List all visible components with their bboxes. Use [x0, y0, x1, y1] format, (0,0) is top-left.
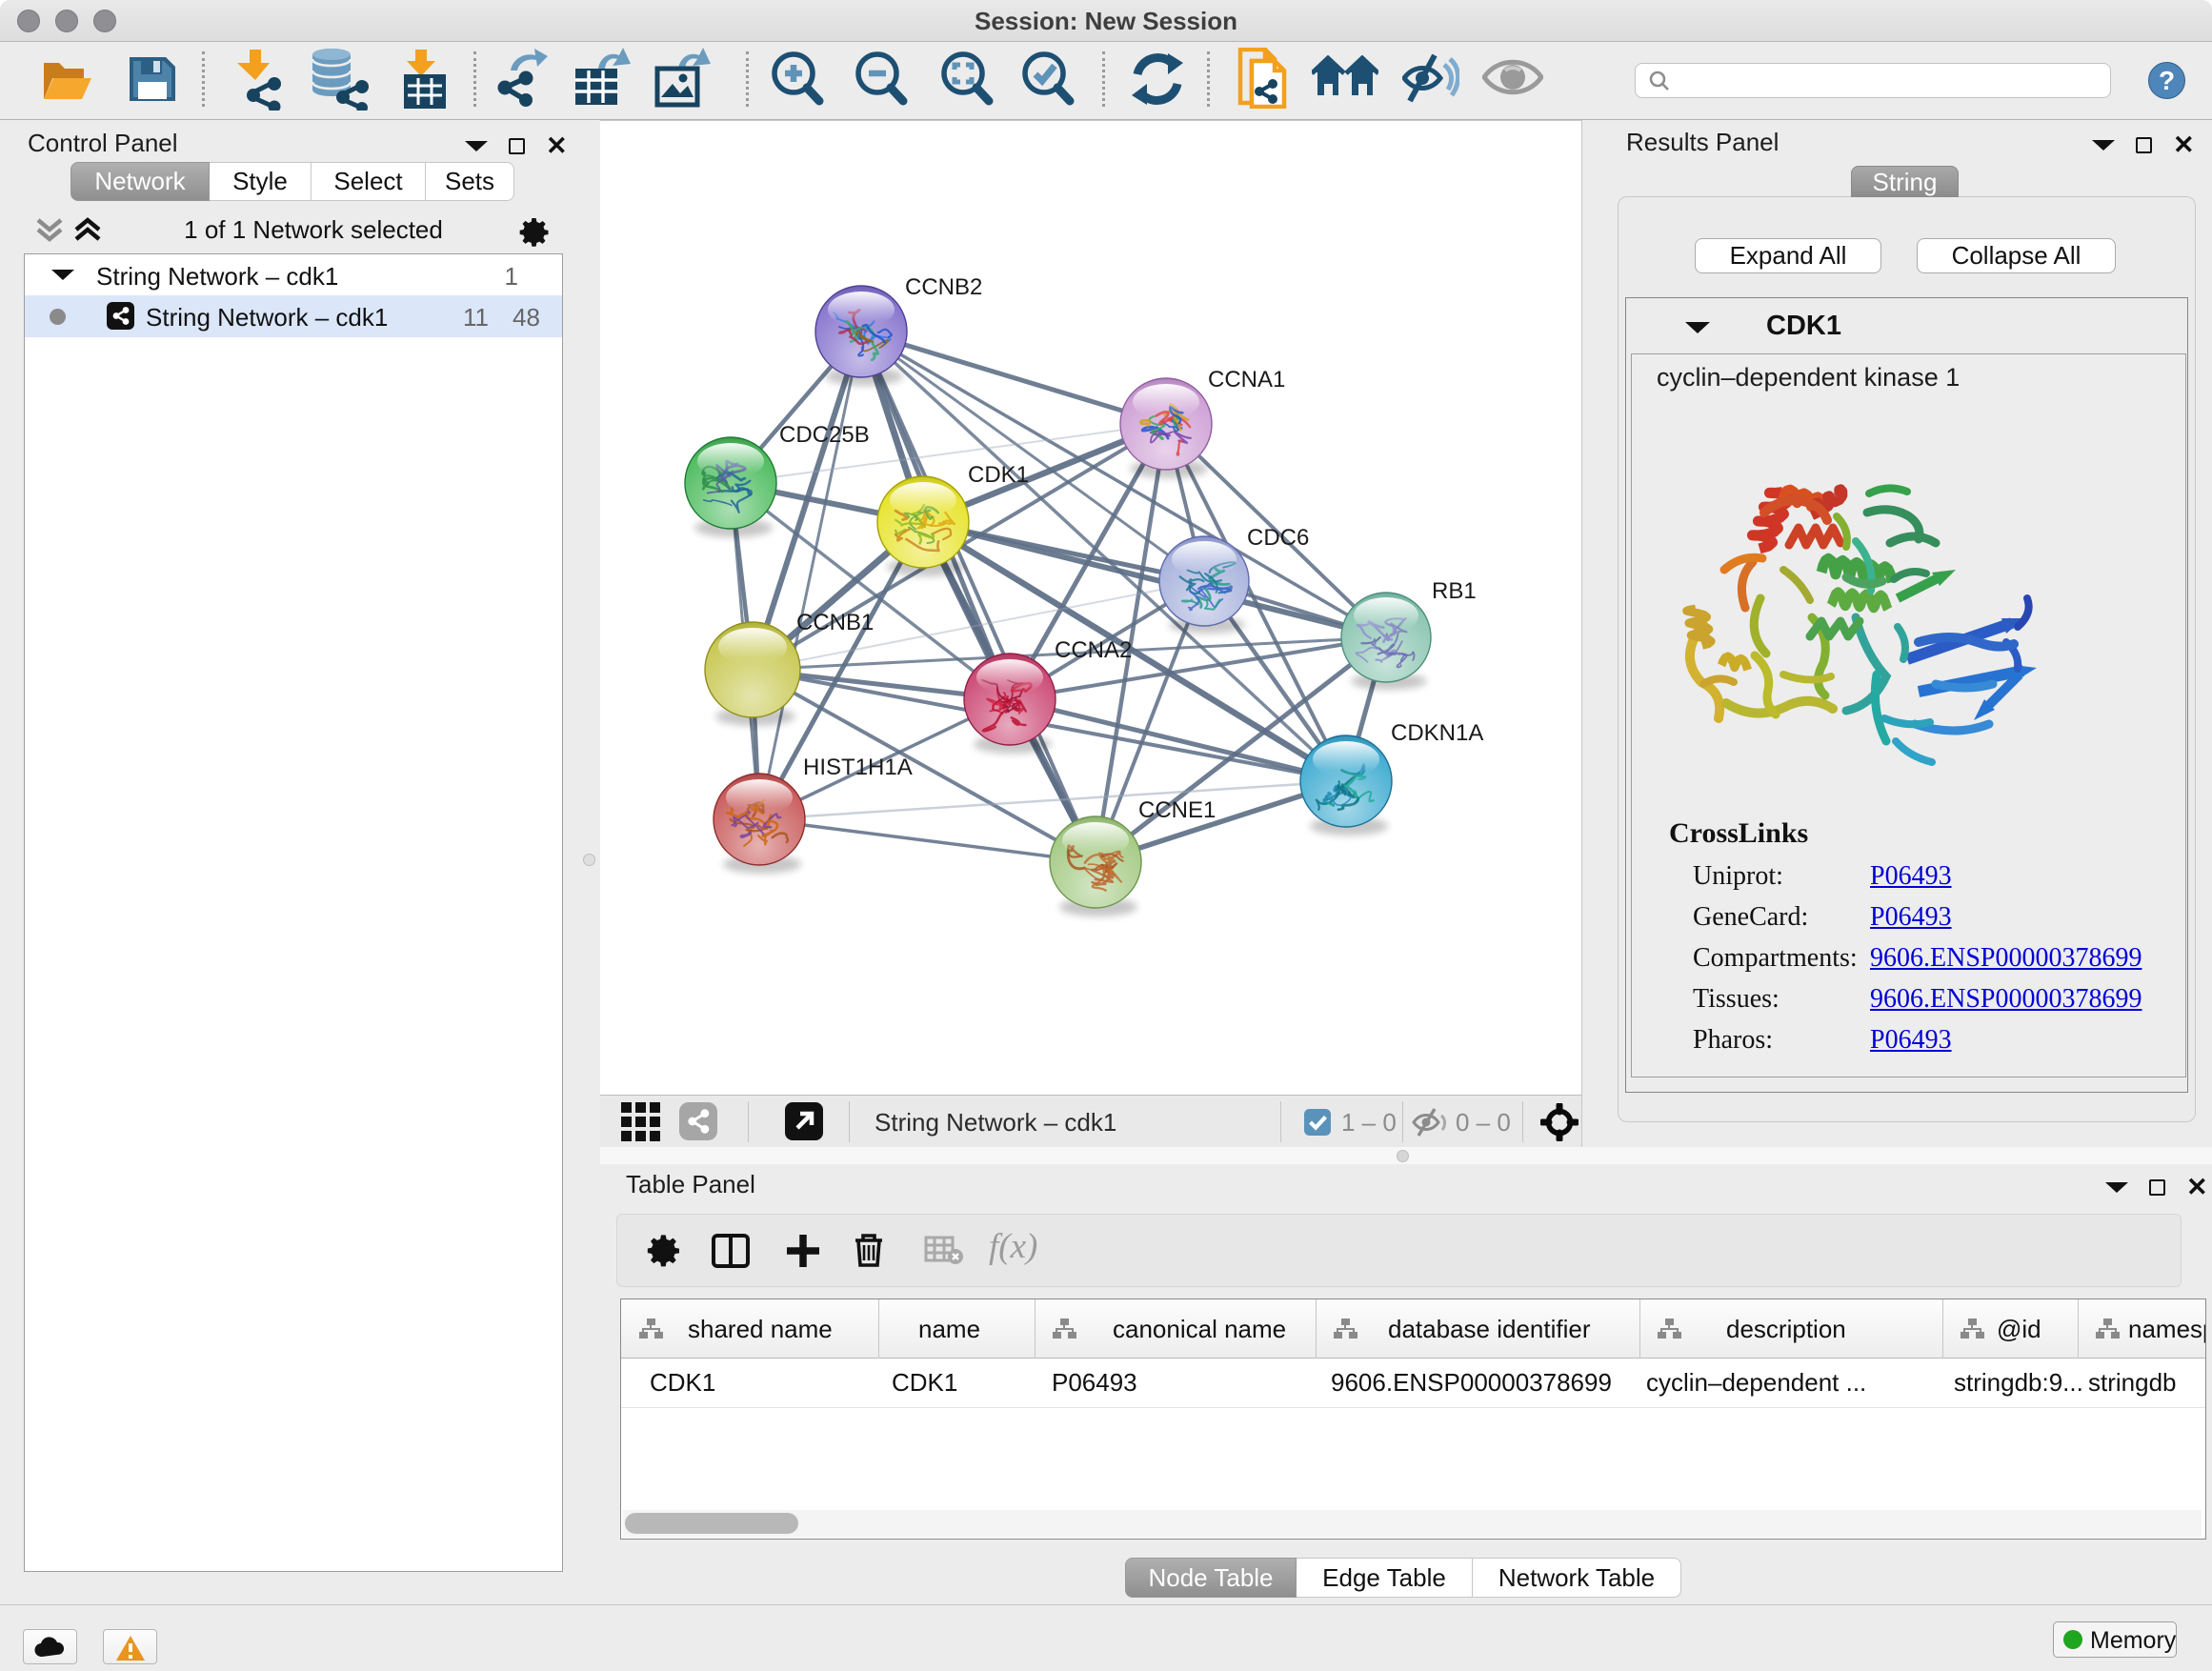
svg-text:CCNB1: CCNB1: [796, 610, 874, 635]
svg-text:CCNA1: CCNA1: [1208, 367, 1285, 393]
svg-text:CCNA2: CCNA2: [1055, 637, 1132, 663]
svg-text:CDC25B: CDC25B: [779, 422, 870, 448]
svg-text:CCNE1: CCNE1: [1138, 797, 1216, 823]
svg-text:CDC6: CDC6: [1247, 525, 1309, 551]
svg-text:CDKN1A: CDKN1A: [1391, 720, 1483, 746]
svg-text:RB1: RB1: [1432, 578, 1477, 604]
svg-text:CCNB2: CCNB2: [905, 274, 982, 300]
svg-text:HIST1H1A: HIST1H1A: [803, 755, 913, 780]
svg-text:CDK1: CDK1: [968, 462, 1029, 488]
